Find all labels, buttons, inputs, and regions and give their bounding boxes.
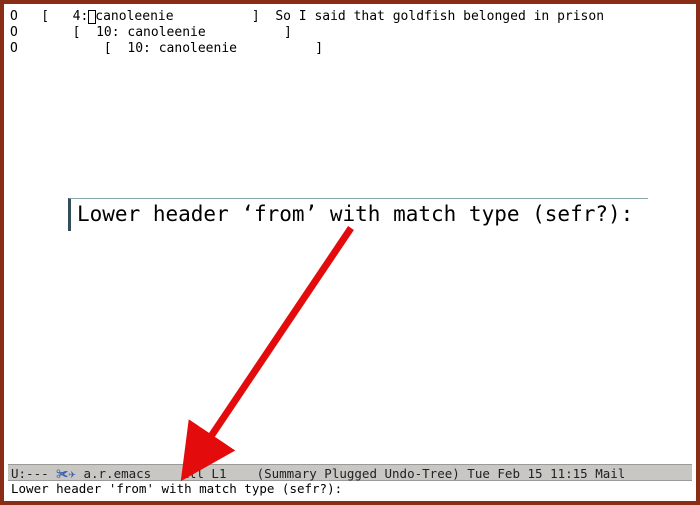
modeline-buffer-name: a.r.emacs <box>76 466 159 481</box>
row-author: canoleenie <box>95 9 252 24</box>
callout-text: Lower header ‘from’ with match type (sef… <box>77 202 633 226</box>
minibuffer[interactable]: Lower header 'from' with match type (sef… <box>8 481 692 497</box>
modeline-position: All L1 <box>159 466 249 481</box>
callout-zoom: Lower header ‘from’ with match type (sef… <box>68 198 648 231</box>
row-bracket-close: ] <box>284 25 307 40</box>
row-author: canoleenie <box>159 41 316 56</box>
summary-row[interactable]: O [ 10: canoleenie ] <box>10 41 690 57</box>
row-prefix: O [ 4: <box>10 9 88 24</box>
modeline-flags: U:--- <box>11 466 56 481</box>
emacs-frame: O [ 4: canoleenie ] So I said that goldfi… <box>0 0 700 505</box>
row-bracket-close: ] <box>252 9 275 24</box>
mode-line: U:--- ✀✈ a.r.emacs All L1 (Summary Plugg… <box>8 464 692 481</box>
row-prefix: O [ 10: <box>10 25 120 40</box>
modeline-date: Tue Feb 15 11:15 <box>467 466 595 481</box>
summary-buffer[interactable]: O [ 4: canoleenie ] So I said that goldfi… <box>8 8 692 461</box>
minibuffer-prompt: Lower header 'from' with match type (sef… <box>11 481 350 496</box>
row-prefix: O [ 10: <box>10 41 151 56</box>
modeline-modes: (Summary Plugged Undo-Tree) <box>249 466 467 481</box>
summary-row[interactable]: O [ 4: canoleenie ] So I said that goldfi… <box>10 9 690 25</box>
row-author: canoleenie <box>127 25 284 40</box>
modeline-tail: Mail <box>595 466 633 481</box>
row-bracket-close: ] <box>315 41 338 56</box>
summary-row[interactable]: O [ 10: canoleenie ] <box>10 25 690 41</box>
row-subject: So I said that goldfish belonged in pris… <box>275 9 604 24</box>
modeline-icon: ✀✈ <box>56 466 76 481</box>
